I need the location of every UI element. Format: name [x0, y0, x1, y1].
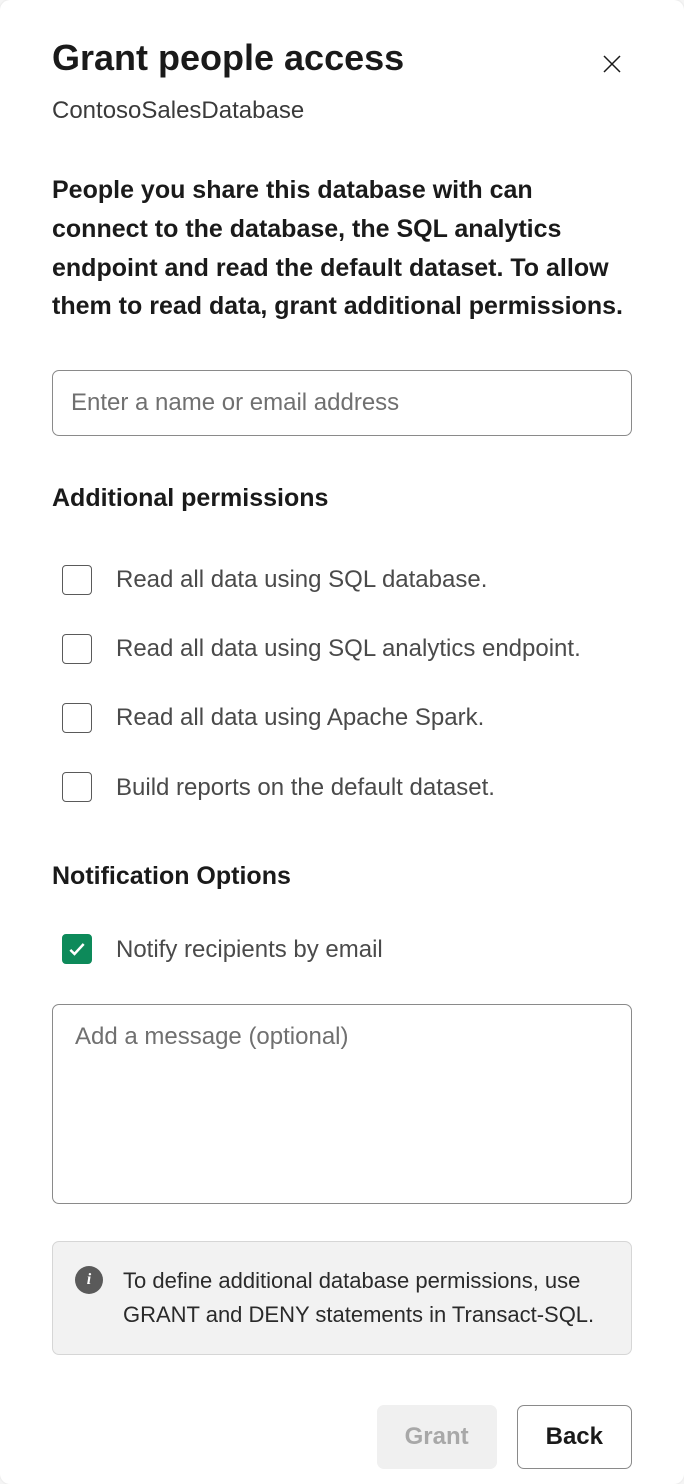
grant-access-dialog: Grant people access ContosoSalesDatabase…	[0, 0, 684, 1484]
notify-label: Notify recipients by email	[116, 931, 383, 968]
dialog-header: Grant people access	[52, 38, 632, 87]
permission-item: Read all data using SQL analytics endpoi…	[52, 614, 632, 683]
recipient-input[interactable]	[52, 370, 632, 436]
notification-options-heading: Notification Options	[52, 862, 632, 891]
permission-label: Read all data using SQL database.	[116, 561, 487, 598]
permission-checkbox-sql-analytics[interactable]	[62, 634, 92, 664]
close-icon	[600, 52, 624, 76]
permission-item: Build reports on the default dataset.	[52, 753, 632, 822]
notify-row: Notify recipients by email	[52, 915, 632, 984]
dialog-title: Grant people access	[52, 38, 404, 78]
permission-label: Read all data using SQL analytics endpoi…	[116, 630, 581, 667]
permission-item: Read all data using Apache Spark.	[52, 683, 632, 752]
info-text: To define additional database permission…	[123, 1264, 609, 1332]
permission-label: Read all data using Apache Spark.	[116, 699, 484, 736]
info-banner: i To define additional database permissi…	[52, 1241, 632, 1355]
dialog-footer: Grant Back	[52, 1405, 632, 1469]
info-icon: i	[75, 1266, 103, 1294]
back-button[interactable]: Back	[517, 1405, 632, 1469]
dialog-subtitle: ContosoSalesDatabase	[52, 97, 632, 125]
dialog-description: People you share this database with can …	[52, 171, 632, 326]
check-icon	[67, 939, 87, 959]
notify-checkbox[interactable]	[62, 934, 92, 964]
permissions-list: Read all data using SQL database. Read a…	[52, 545, 632, 822]
message-textarea[interactable]	[52, 1004, 632, 1204]
permission-checkbox-spark[interactable]	[62, 703, 92, 733]
close-button[interactable]	[592, 44, 632, 87]
grant-button[interactable]: Grant	[377, 1405, 497, 1469]
additional-permissions-heading: Additional permissions	[52, 484, 632, 513]
permission-checkbox-reports[interactable]	[62, 772, 92, 802]
permission-item: Read all data using SQL database.	[52, 545, 632, 614]
permission-label: Build reports on the default dataset.	[116, 769, 495, 806]
permission-checkbox-sql-db[interactable]	[62, 565, 92, 595]
